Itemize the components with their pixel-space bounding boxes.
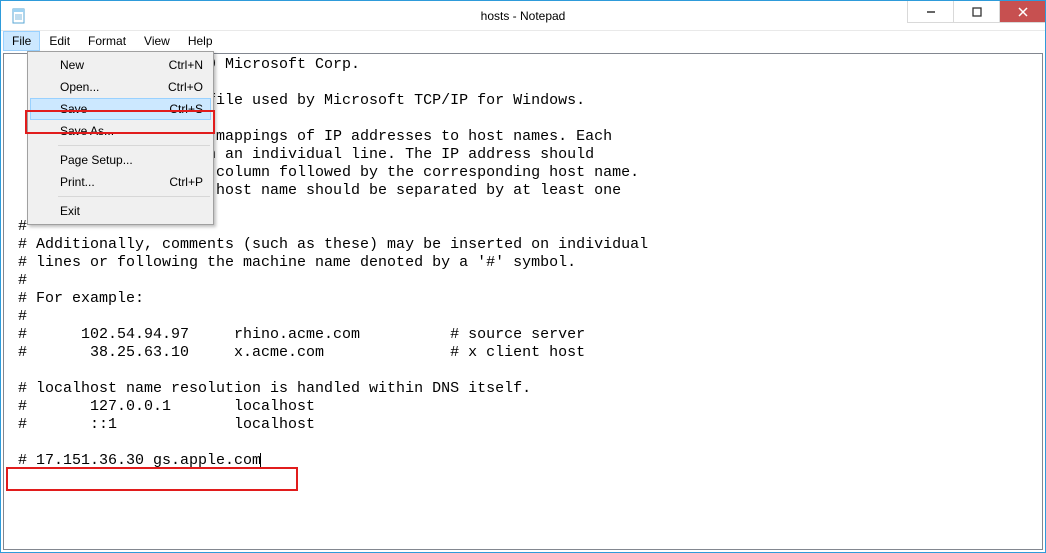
- menu-item-open[interactable]: Open... Ctrl+O: [30, 76, 211, 98]
- menu-view[interactable]: View: [135, 31, 179, 51]
- titlebar: hosts - Notepad: [1, 1, 1045, 31]
- menu-format[interactable]: Format: [79, 31, 135, 51]
- menu-item-print[interactable]: Print... Ctrl+P: [30, 171, 211, 193]
- menubar: File Edit Format View Help: [1, 31, 1045, 51]
- maximize-button[interactable]: [953, 1, 999, 23]
- menu-file[interactable]: File: [3, 31, 40, 51]
- close-button[interactable]: [999, 1, 1045, 23]
- window-title: hosts - Notepad: [1, 9, 1045, 23]
- minimize-button[interactable]: [907, 1, 953, 23]
- menu-item-label: Print...: [60, 175, 95, 189]
- menu-item-new[interactable]: New Ctrl+N: [30, 54, 211, 76]
- menu-item-shortcut: Ctrl+O: [168, 80, 203, 94]
- menu-item-label: Open...: [60, 80, 99, 94]
- menu-edit[interactable]: Edit: [40, 31, 79, 51]
- menu-item-pagesetup[interactable]: Page Setup...: [30, 149, 211, 171]
- menu-item-label: Exit: [60, 204, 80, 218]
- menu-item-exit[interactable]: Exit: [30, 200, 211, 222]
- menu-separator: [58, 196, 210, 197]
- file-menu-dropdown: New Ctrl+N Open... Ctrl+O Save Ctrl+S Sa…: [27, 51, 214, 225]
- text-cursor: [260, 453, 261, 469]
- menu-separator: [58, 145, 210, 146]
- menu-item-label: Save As...: [60, 124, 114, 138]
- menu-item-saveas[interactable]: Save As...: [30, 120, 211, 142]
- notepad-icon: [11, 8, 27, 24]
- menu-item-save[interactable]: Save Ctrl+S: [30, 98, 211, 120]
- menu-item-shortcut: Ctrl+N: [169, 58, 203, 72]
- menu-help[interactable]: Help: [179, 31, 222, 51]
- menu-item-shortcut: Ctrl+P: [169, 175, 203, 189]
- menu-item-label: Save: [60, 102, 87, 116]
- window-controls: [907, 1, 1045, 23]
- menu-item-label: Page Setup...: [60, 153, 133, 167]
- menu-item-shortcut: Ctrl+S: [169, 102, 203, 116]
- menu-item-label: New: [60, 58, 84, 72]
